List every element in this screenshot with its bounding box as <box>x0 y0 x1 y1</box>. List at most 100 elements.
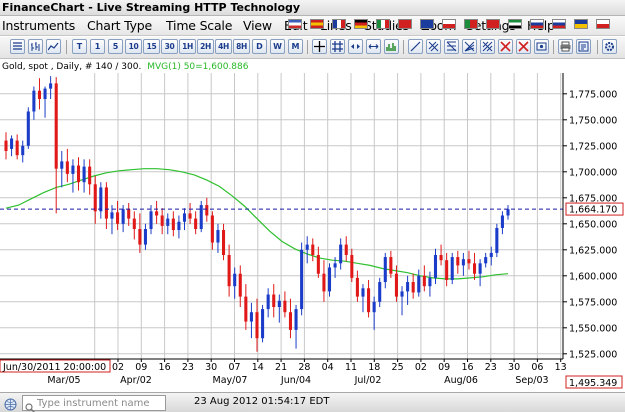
timescale-10min-button[interactable]: 10 <box>125 39 142 54</box>
candle-body <box>484 257 488 264</box>
print-icon[interactable] <box>558 39 573 54</box>
screenshot-icon[interactable] <box>534 39 549 54</box>
toolbar-separator <box>553 40 554 54</box>
day-tick-label: 30 <box>508 362 520 373</box>
flag-icon[interactable] <box>574 19 588 29</box>
flag-icon[interactable] <box>398 19 412 29</box>
menu-instruments[interactable]: Instruments <box>2 16 75 36</box>
candle-body <box>166 218 170 226</box>
flag-icon[interactable] <box>442 19 456 29</box>
globe-icon[interactable] <box>4 396 17 412</box>
flag-icon[interactable] <box>420 19 434 29</box>
timescale-weekly-button[interactable]: W <box>270 39 285 54</box>
toolbar-separator <box>403 40 404 54</box>
candle-body <box>394 273 398 297</box>
timescale-1h-button[interactable]: 1H <box>179 39 196 54</box>
instrument-search-box[interactable] <box>22 395 166 412</box>
flag-icon[interactable] <box>530 19 544 29</box>
instrument-search-input[interactable] <box>37 397 163 410</box>
bar-chart-icon[interactable] <box>28 39 43 54</box>
gann-fan-icon[interactable] <box>462 39 477 54</box>
flag-icon[interactable] <box>508 19 522 29</box>
candle-body <box>76 165 81 183</box>
moving-average-info: MVG(1) 50=1,600.886 <box>147 62 249 72</box>
instrument-info: Gold, spot , Daily, # 140 / 300. <box>2 62 142 72</box>
candle-body <box>104 187 108 219</box>
candle-body <box>344 244 348 255</box>
month-label: May/07 <box>213 375 248 386</box>
timescale-daily-button[interactable]: D <box>252 39 267 54</box>
candle-body <box>43 88 47 99</box>
candle-body <box>305 244 309 250</box>
flag-icon[interactable] <box>332 19 346 29</box>
delete-studies-icon[interactable] <box>516 39 531 54</box>
month-label: Sep/03 <box>515 375 548 386</box>
flag-icon[interactable] <box>552 19 566 29</box>
line-chart-icon[interactable] <box>46 39 61 54</box>
candle-body <box>500 215 504 228</box>
menu-view[interactable]: View <box>243 16 272 36</box>
day-tick-label: 18 <box>368 362 380 373</box>
timescale-4h-button[interactable]: 4H <box>215 39 232 54</box>
timescale-tick-button[interactable]: T <box>72 39 87 54</box>
candle-body <box>149 211 153 229</box>
scroll-arrows-icon[interactable] <box>348 39 363 54</box>
timescale-5min-button[interactable]: 5 <box>108 39 123 54</box>
candle <box>450 252 454 285</box>
fibonacci-icon[interactable] <box>444 39 459 54</box>
timescale-monthly-button[interactable]: M <box>288 39 303 54</box>
candle <box>300 242 304 316</box>
grip-icon[interactable] <box>10 39 25 54</box>
day-tick-label: 23 <box>485 362 497 373</box>
price-chart[interactable]: 1,775.0001,750.0001,725.0001,700.0001,67… <box>0 73 625 390</box>
channel-icon[interactable] <box>426 39 441 54</box>
flag-icon[interactable] <box>310 19 324 29</box>
crosshair-icon[interactable] <box>312 39 327 54</box>
volume-bars-icon[interactable] <box>384 39 399 54</box>
flag-icon[interactable] <box>596 19 610 29</box>
help-icon[interactable] <box>576 39 591 54</box>
timescale-30min-button[interactable]: 30 <box>161 39 178 54</box>
candle-body <box>400 291 404 297</box>
flag-icon[interactable] <box>464 19 478 29</box>
candle-body <box>199 205 203 229</box>
timescale-2h-button[interactable]: 2H <box>197 39 214 54</box>
flag-icon[interactable] <box>288 19 302 29</box>
settings-gear-icon[interactable] <box>602 39 617 54</box>
candle-body <box>294 309 298 330</box>
timescale-8h-button[interactable]: 8H <box>233 39 250 54</box>
candle-body <box>445 260 449 280</box>
candle-body <box>88 166 92 185</box>
flag-icon[interactable] <box>354 19 368 29</box>
candle-body <box>160 215 164 226</box>
candle-body <box>472 263 477 274</box>
grid-icon[interactable] <box>330 39 345 54</box>
timescale-15min-button[interactable]: 15 <box>143 39 160 54</box>
candle-body <box>411 282 415 293</box>
delete-lines-icon[interactable] <box>498 39 513 54</box>
search-icon <box>25 398 35 412</box>
candle-body <box>21 145 25 156</box>
flag-icon[interactable] <box>376 19 390 29</box>
candle-body <box>32 90 36 112</box>
candle-body <box>261 309 265 339</box>
day-tick-label: 30 <box>205 362 217 373</box>
zoom-fit-icon[interactable] <box>366 39 381 54</box>
menu-chart-type[interactable]: Chart Type <box>87 16 152 36</box>
candle <box>495 223 499 258</box>
candle-body <box>93 184 97 212</box>
candle-body <box>4 140 8 151</box>
day-tick-label: 14 <box>252 362 264 373</box>
candle-body <box>272 294 276 307</box>
price-tick-label: 1,600.000 <box>569 271 617 282</box>
month-label: Aug/06 <box>444 375 478 386</box>
time-axis: 2602091623300714212804111825020916233006… <box>89 359 567 373</box>
candle-body <box>478 263 482 274</box>
menu-time-scale[interactable]: Time Scale <box>166 16 232 36</box>
trendline-icon[interactable] <box>408 39 423 54</box>
candle-body <box>333 263 337 268</box>
flag-icon[interactable] <box>486 19 500 29</box>
andrews-pitchfork-icon[interactable] <box>480 39 495 54</box>
timescale-1min-button[interactable]: 1 <box>90 39 105 54</box>
price-tick-label: 1,525.000 <box>569 349 617 360</box>
